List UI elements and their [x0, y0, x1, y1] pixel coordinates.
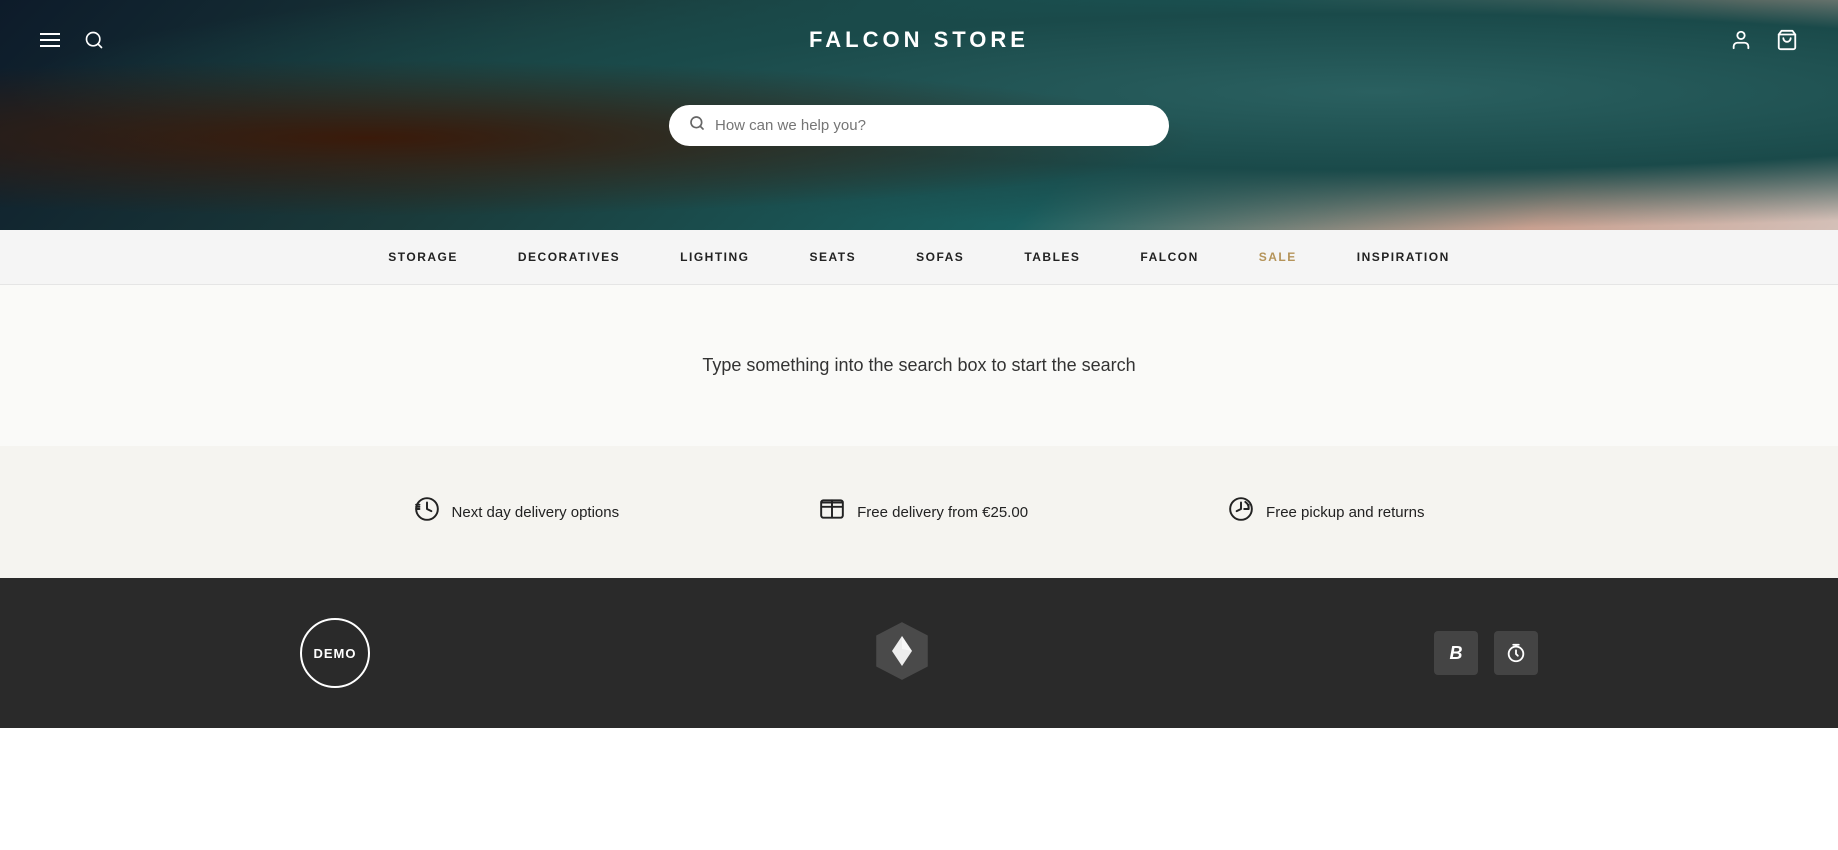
- top-header: FALCON STORE: [0, 0, 1838, 80]
- header-right: [1730, 29, 1798, 51]
- return-icon: [1228, 496, 1254, 528]
- search-prompt-area: Type something into the search box to st…: [0, 285, 1838, 446]
- feature-next-day: Next day delivery options: [314, 496, 720, 528]
- search-icon: [84, 30, 104, 50]
- hamburger-icon: [40, 33, 60, 47]
- cart-button[interactable]: [1776, 29, 1798, 51]
- header-left: [40, 30, 104, 50]
- cart-icon: [1776, 29, 1798, 51]
- hero-search-wrap: [669, 105, 1169, 146]
- nav-inspiration[interactable]: INSPIRATION: [1357, 250, 1450, 264]
- nav-falcon[interactable]: FALCON: [1140, 250, 1198, 264]
- feature-free-pickup-label: Free pickup and returns: [1266, 504, 1424, 521]
- footer-icons-right: B: [1434, 631, 1538, 675]
- nav-lighting[interactable]: LIGHTING: [680, 250, 749, 264]
- navigation-bar: STORAGE DECORATIVES LIGHTING SEATS SOFAS…: [0, 230, 1838, 285]
- search-icon-hero: [689, 115, 705, 136]
- nav-sale[interactable]: SALE: [1259, 250, 1297, 264]
- features-bar: Next day delivery options Free delivery …: [0, 446, 1838, 578]
- feature-free-pickup: Free pickup and returns: [1128, 496, 1524, 528]
- nav-sofas[interactable]: SOFAS: [916, 250, 964, 264]
- nav-tables[interactable]: TABLES: [1024, 250, 1080, 264]
- box-delivery-icon: [819, 496, 845, 528]
- site-title: FALCON STORE: [809, 27, 1029, 52]
- footer-timer-icon: [1494, 631, 1538, 675]
- search-input[interactable]: [715, 117, 1149, 134]
- nav-decoratives[interactable]: DECORATIVES: [518, 250, 620, 264]
- nav-storage[interactable]: STORAGE: [388, 250, 458, 264]
- user-button[interactable]: [1730, 29, 1752, 51]
- feature-next-day-label: Next day delivery options: [452, 504, 620, 521]
- search-prompt-text: Type something into the search box to st…: [702, 355, 1135, 376]
- search-bar[interactable]: [669, 105, 1169, 146]
- footer-b-icon: B: [1434, 631, 1478, 675]
- footer-falcon-logo: [872, 621, 932, 686]
- user-icon: [1730, 29, 1752, 51]
- search-button[interactable]: [84, 30, 104, 50]
- menu-button[interactable]: [40, 33, 60, 47]
- header-center: FALCON STORE: [809, 27, 1029, 53]
- footer: DEMO B: [0, 578, 1838, 728]
- footer-demo-logo: DEMO: [300, 618, 370, 688]
- feature-free-delivery-label: Free delivery from €25.00: [857, 504, 1028, 521]
- nav-seats[interactable]: SEATS: [810, 250, 857, 264]
- feature-free-delivery: Free delivery from €25.00: [719, 496, 1128, 528]
- clock-delivery-icon: [414, 496, 440, 528]
